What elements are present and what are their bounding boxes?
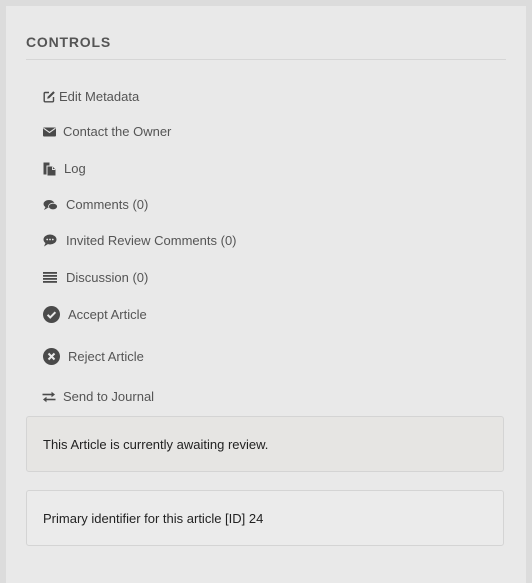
article-identifier-text: Primary identifier for this article [ID]… <box>43 510 264 526</box>
comments-icon <box>42 199 58 211</box>
list-icon <box>42 272 58 283</box>
control-label: Accept Article <box>68 307 147 322</box>
contact-owner-link[interactable]: Contact the Owner <box>42 124 171 139</box>
control-label: Send to Journal <box>63 389 155 404</box>
control-label: Log <box>64 161 86 176</box>
discussion-link[interactable]: Discussion (0) <box>42 270 148 285</box>
comments-link[interactable]: Comments (0) <box>42 197 148 212</box>
review-status-text: This Article is currently awaiting revie… <box>43 436 269 452</box>
log-link[interactable]: Log <box>42 161 86 176</box>
control-label: Edit Metadata <box>59 89 140 104</box>
controls-panel: CONTROLS Edit Metadata Contact the Owner <box>6 6 526 583</box>
edit-metadata-link[interactable]: Edit Metadata <box>42 89 139 104</box>
edit-icon <box>42 90 56 103</box>
send-to-journal-link[interactable]: Send to Journal <box>42 389 154 404</box>
panel-title: CONTROLS <box>26 34 111 50</box>
invited-review-comments-link[interactable]: Invited Review Comments (0) <box>42 233 237 248</box>
review-status-notice: This Article is currently awaiting revie… <box>26 416 504 472</box>
times-circle-icon <box>42 348 60 365</box>
control-label: Comments (0) <box>66 197 149 212</box>
title-divider <box>26 59 506 60</box>
envelope-icon <box>42 127 56 137</box>
article-identifier-box: Primary identifier for this article [ID]… <box>26 490 504 546</box>
control-label: Reject Article <box>68 349 144 364</box>
accept-article-link[interactable]: Accept Article <box>42 306 147 323</box>
reject-article-link[interactable]: Reject Article <box>42 348 144 365</box>
files-icon <box>42 162 56 176</box>
control-label: Invited Review Comments (0) <box>66 233 237 248</box>
exchange-icon <box>42 391 56 403</box>
control-label: Contact the Owner <box>63 124 172 139</box>
comment-dots-icon <box>42 234 58 247</box>
control-label: Discussion (0) <box>66 270 149 285</box>
check-circle-icon <box>42 306 60 323</box>
